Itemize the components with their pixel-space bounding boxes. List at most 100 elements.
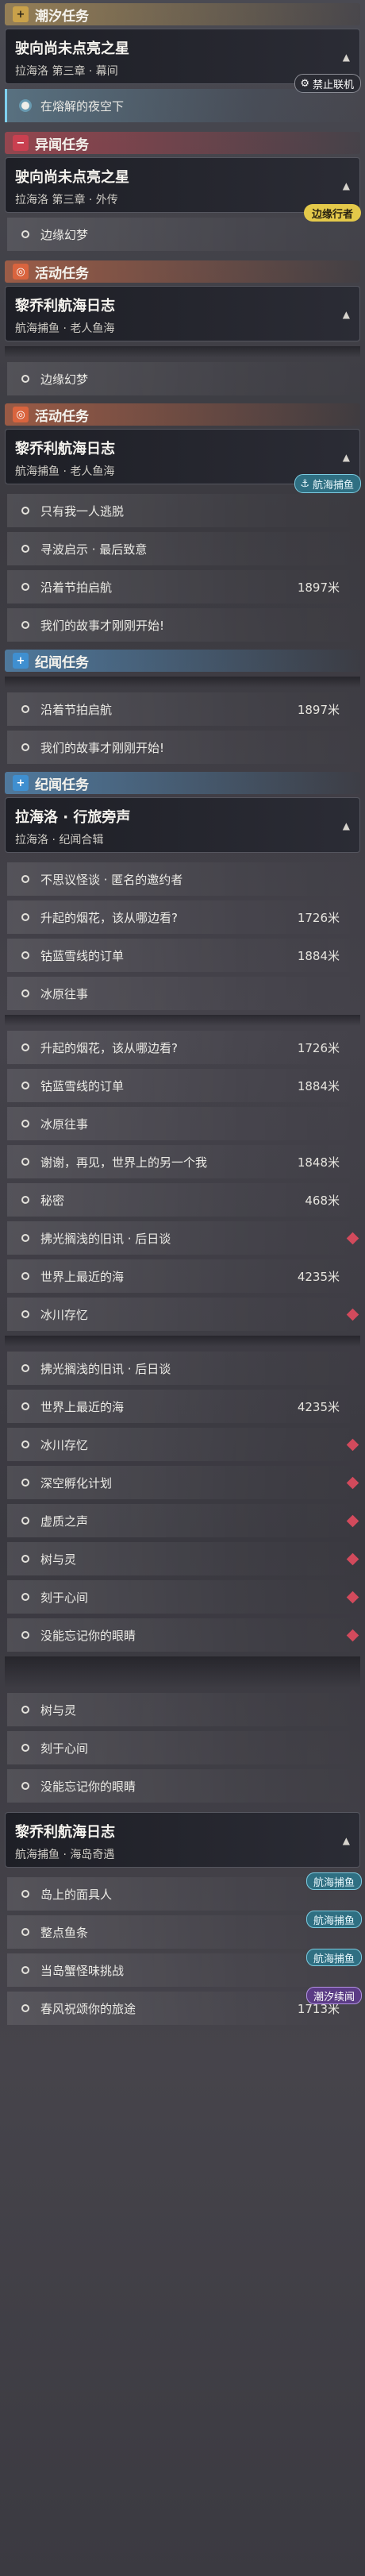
quest-step[interactable]: 边缘幻梦 — [5, 218, 360, 251]
quest-card[interactable]: 黎乔利航海日志 航海捕鱼 · 海岛奇遇 ▲ — [5, 1812, 360, 1868]
quest-card[interactable]: 黎乔利航海日志 航海捕鱼 · 老人鱼海 ▲ ⚓ 航海捕鱼 — [5, 429, 361, 493]
quest-step[interactable]: 刻于心间 — [5, 1731, 360, 1764]
quest-step[interactable]: 冰原往事 — [5, 1107, 360, 1140]
quest-step-label: 春风祝颂你的旅途 — [40, 2001, 136, 2016]
quest-step[interactable]: 世界上最近的海 4235米 — [5, 1390, 360, 1423]
radio-icon — [21, 1082, 29, 1089]
quest-step-selected[interactable]: 在熔解的夜空下 — [5, 89, 360, 122]
radio-icon — [21, 1272, 29, 1280]
quest-step[interactable]: 整点鱼条 航海捕鱼 — [5, 1911, 362, 1949]
section-header-yiwen[interactable]: − 异闻任务 — [5, 132, 360, 154]
quest-card[interactable]: 黎乔利航海日志 航海捕鱼 · 老人鱼海 ▲ — [5, 286, 360, 341]
fishing-badge: 航海捕鱼 — [305, 1872, 362, 1890]
quest-step-label: 钴蓝雪线的订单 — [40, 948, 125, 963]
quest-title: 黎乔利航海日志 — [15, 441, 115, 457]
quest-step[interactable]: 没能忘记你的眼睛 — [5, 1618, 360, 1652]
quest-step-label: 钴蓝雪线的订单 — [40, 1078, 125, 1093]
quest-step-label: 冰川存忆 — [40, 1307, 89, 1322]
quest-step[interactable]: 谢谢，再见，世界上的另一个我 1848米 — [5, 1145, 360, 1178]
quest-step-label: 寻波启示 · 最后致意 — [40, 542, 148, 557]
quest-step-label: 世界上最近的海 — [40, 1399, 125, 1414]
radio-icon — [21, 375, 29, 383]
radio-icon — [21, 545, 29, 553]
quest-step-label: 不思议怪谈 · 匿名的邀约者 — [40, 872, 183, 887]
section-header-jiwen[interactable]: + 纪闻任务 — [5, 650, 360, 672]
diamond-marker-icon — [346, 1476, 359, 1489]
chevron-up-icon[interactable]: ▲ — [343, 309, 350, 320]
quest-card[interactable]: 驶向尚未点亮之星 拉海洛 第三章 · 幕间 ▲ ⚙ 禁止联机 — [5, 29, 361, 93]
quest-step[interactable]: 没能忘记你的眼睛 — [5, 1769, 360, 1803]
quest-card[interactable]: 拉海洛 · 行旅旁声 拉海洛 · 纪闻合辑 ▲ — [5, 797, 360, 853]
quest-step-label: 刻于心间 — [40, 1741, 89, 1756]
quest-step[interactable]: 岛上的面具人 航海捕鱼 — [5, 1872, 362, 1911]
quest-step-label: 刻于心间 — [40, 1590, 89, 1605]
radio-icon — [21, 1706, 29, 1714]
quest-step[interactable]: 虚质之声 — [5, 1504, 360, 1537]
section-title: 纪闻任务 — [35, 777, 89, 793]
distance-label: 1848米 — [297, 1155, 340, 1170]
chevron-up-icon[interactable]: ▲ — [343, 452, 350, 463]
quest-step[interactable]: 钴蓝雪线的订单 1884米 — [5, 1069, 360, 1102]
quest-step[interactable]: 冰川存忆 — [5, 1298, 360, 1331]
chevron-up-icon[interactable]: ▲ — [343, 1835, 350, 1846]
radio-icon — [21, 1158, 29, 1166]
section-header-jiwen[interactable]: + 纪闻任务 — [5, 772, 360, 794]
screenshot-divider — [5, 1336, 360, 1347]
quest-subtitle: 拉海洛 第三章 · 外传 — [15, 194, 118, 206]
radio-icon — [21, 1928, 29, 1936]
quest-step[interactable]: 升起的烟花，该从哪边看? 1726米 — [5, 1031, 360, 1064]
quest-step[interactable]: 钴蓝雪线的订单 1884米 — [5, 939, 360, 972]
quest-step[interactable]: 当岛蟹怪味挑战 航海捕鱼 — [5, 1949, 362, 1987]
quest-step-label: 整点鱼条 — [40, 1925, 89, 1940]
section-header-chaoxi[interactable]: + 潮汐任务 — [5, 3, 360, 25]
gear-icon: ⚙ — [300, 77, 309, 90]
section-header-huodong[interactable]: ◎ 活动任务 — [5, 260, 360, 283]
chevron-up-icon[interactable]: ▲ — [343, 820, 350, 831]
diamond-marker-icon — [346, 1232, 359, 1244]
quest-step[interactable]: 深空孵化计划 — [5, 1466, 360, 1499]
quest-step-label: 深空孵化计划 — [40, 1475, 113, 1490]
distance-label: 4235米 — [297, 1269, 340, 1284]
fishing-badge: 航海捕鱼 — [305, 1911, 362, 1928]
quest-step[interactable]: 冰原往事 — [5, 977, 360, 1010]
quest-step[interactable]: 我们的故事才刚刚开始! — [5, 731, 360, 764]
quest-step[interactable]: 拂光搁浅的旧讯 · 后日谈 — [5, 1352, 360, 1385]
radio-icon — [21, 621, 29, 629]
quest-title: 驶向尚未点亮之星 — [15, 169, 129, 186]
quest-step[interactable]: 沿着节拍启航 1897米 — [5, 692, 360, 726]
quest-step[interactable]: 我们的故事才刚刚开始! — [5, 608, 360, 642]
radio-selected-icon — [21, 102, 29, 110]
quest-step[interactable]: 沿着节拍启航 1897米 — [5, 570, 360, 604]
radio-icon — [21, 1890, 29, 1898]
quest-step[interactable]: 寻波启示 · 最后致意 — [5, 532, 360, 565]
diamond-marker-icon — [346, 1591, 359, 1603]
quest-step[interactable]: 春风祝颂你的旅途 1713米 潮汐续闻 — [5, 1987, 362, 2025]
quest-step-label: 拂光搁浅的旧讯 · 后日谈 — [40, 1361, 171, 1376]
quest-step-label: 没能忘记你的眼睛 — [40, 1628, 136, 1643]
radio-icon — [21, 951, 29, 959]
quest-card[interactable]: 驶向尚未点亮之星 拉海洛 第三章 · 外传 ▲ 边缘行者 — [5, 157, 361, 222]
fishing-badge: 航海捕鱼 — [305, 1949, 362, 1966]
section-header-huodong[interactable]: ◎ 活动任务 — [5, 403, 360, 426]
radio-icon — [21, 1631, 29, 1639]
quest-step[interactable]: 边缘幻梦 — [5, 362, 360, 395]
quest-step[interactable]: 秘密 468米 — [5, 1183, 360, 1217]
quest-step[interactable]: 拂光搁浅的旧讯 · 后日谈 — [5, 1221, 360, 1255]
quest-step-label: 岛上的面具人 — [40, 1887, 113, 1902]
quest-step[interactable]: 树与灵 — [5, 1542, 360, 1575]
radio-icon — [21, 743, 29, 751]
quest-step[interactable]: 世界上最近的海 4235米 — [5, 1259, 360, 1293]
radio-icon — [21, 1479, 29, 1487]
tide-sequel-badge: 潮汐续闻 — [305, 1987, 362, 2004]
quest-step-label: 边缘幻梦 — [40, 372, 89, 387]
chevron-up-icon[interactable]: ▲ — [343, 52, 350, 63]
quest-step[interactable]: 冰川存忆 — [5, 1428, 360, 1461]
chevron-up-icon[interactable]: ▲ — [343, 180, 350, 191]
quest-step[interactable]: 升起的烟花，该从哪边看? 1726米 — [5, 900, 360, 934]
distance-label: 1897米 — [297, 702, 340, 717]
quest-step[interactable]: 不思议怪谈 · 匿名的邀约者 — [5, 862, 360, 896]
quest-step[interactable]: 树与灵 — [5, 1693, 360, 1726]
quest-step[interactable]: 刻于心间 — [5, 1580, 360, 1614]
quest-step[interactable]: 只有我一人逃脱 — [5, 494, 360, 527]
radio-icon — [21, 1043, 29, 1051]
